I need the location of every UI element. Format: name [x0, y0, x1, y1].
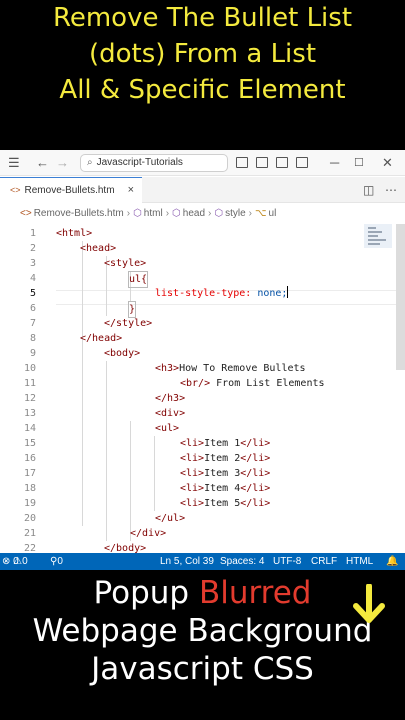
down-arrow-icon	[353, 584, 385, 623]
code-line: 15 <li>Item 1</li>	[23, 438, 271, 449]
bottom-caption-line-1: Popup Blurred	[93, 575, 312, 611]
code-line: 9 <body>	[29, 348, 141, 359]
caption-line-1: Remove The Bullet List	[52, 3, 353, 33]
breadcrumb-head[interactable]: head	[183, 208, 205, 219]
code-line: 16 <li>Item 2</li>	[23, 453, 271, 464]
code-line: 10 <h3>How To Remove Bullets	[23, 363, 306, 374]
code-line: 12 </h3>	[23, 393, 186, 404]
split-editor-icon[interactable]: ◫	[363, 183, 374, 197]
problems-indicator[interactable]: ⊗ 0 ⚠ 0	[2, 553, 28, 570]
minimap[interactable]	[364, 224, 392, 248]
indentation[interactable]: Spaces: 4	[220, 553, 264, 570]
code-line: 11 <br/> From List Elements	[23, 378, 325, 389]
code-line: 3 <style>	[29, 258, 147, 269]
code-line: 7 </style>	[29, 318, 153, 329]
tab-remove-bullets[interactable]: <> Remove-Bullets.htm ×	[0, 177, 142, 203]
html-file-icon: <>	[20, 208, 32, 219]
line-ending[interactable]: CRLF	[311, 553, 337, 570]
tab-label: Remove-Bullets.htm	[24, 185, 115, 196]
code-area[interactable]: 1 <html> 2 <head> 3 <style> 4 ul{ 5 list-styl…	[0, 226, 405, 556]
toggle-panel-icon[interactable]	[256, 157, 268, 168]
bottom-caption-line-2: Webpage Background	[32, 613, 373, 649]
status-bar: ⊗ 0 ⚠ 0 ⚲ 0 Ln 5, Col 39 Spaces: 4 UTF-8…	[0, 553, 405, 570]
code-line: 18 <li>Item 4</li>	[23, 483, 271, 494]
language-mode[interactable]: HTML	[346, 553, 373, 570]
top-caption: Remove The Bullet List (dots) From a Lis…	[0, 0, 405, 150]
code-line: 1 <html>	[29, 228, 93, 239]
element-icon: ⬡	[214, 208, 224, 219]
search-text: Javascript-Tutorials	[96, 157, 183, 168]
code-line-active: 5 list-style-type: none;	[29, 286, 289, 299]
element-icon: ⬡	[133, 208, 142, 219]
breadcrumb-ul[interactable]: ul	[269, 208, 277, 219]
code-line: 21 </div>	[23, 528, 167, 539]
forward-arrow-icon[interactable]: →	[56, 154, 69, 172]
notifications-icon[interactable]: 🔔	[386, 553, 398, 570]
toggle-primary-sidebar-icon[interactable]	[236, 157, 248, 168]
caption-line-3: All & Specific Element	[59, 75, 346, 105]
bottom-caption: Popup Blurred Webpage Background Javascr…	[0, 570, 405, 720]
code-editor-window: ☰ ← → ⌕ Javascript-Tutorials ─ ☐ ✕ <> Remo…	[0, 150, 405, 570]
vertical-scrollbar[interactable]	[396, 224, 405, 370]
breadcrumb-file[interactable]: Remove-Bullets.htm	[34, 208, 124, 219]
code-line: 6}	[0, 301, 370, 318]
code-line: 19 <li>Item 5</li>	[23, 498, 271, 509]
encoding[interactable]: UTF-8	[273, 553, 301, 570]
breadcrumb: <> Remove-Bullets.htm › ⬡ html › ⬡ head › ⬡ style ›…	[20, 208, 277, 219]
customize-layout-icon[interactable]	[296, 157, 308, 168]
breadcrumb-style[interactable]: style	[225, 208, 246, 219]
toggle-secondary-sidebar-icon[interactable]	[276, 157, 288, 168]
cursor-position[interactable]: Ln 5, Col 39	[160, 553, 214, 570]
ports-indicator[interactable]: ⚲ 0	[50, 553, 63, 570]
search-icon: ⌕	[87, 157, 93, 168]
html-file-icon: <>	[10, 185, 21, 195]
element-icon: ⬡	[172, 208, 181, 219]
code-line: 2 <head>	[29, 243, 117, 254]
code-line: 13 <div>	[23, 408, 186, 419]
tab-close-icon[interactable]: ×	[128, 178, 134, 202]
code-line: 14 <ul>	[23, 423, 180, 434]
close-window-icon[interactable]: ✕	[382, 154, 393, 172]
text-cursor	[287, 286, 289, 298]
command-center-search[interactable]: ⌕ Javascript-Tutorials	[80, 154, 228, 172]
title-bar: ☰ ← → ⌕ Javascript-Tutorials ─ ☐ ✕	[0, 150, 405, 176]
bottom-caption-line-3: Javascript CSS	[91, 651, 314, 687]
selector-icon: ⌥	[255, 208, 267, 219]
menu-icon[interactable]: ☰	[8, 154, 20, 172]
code-line: 17 <li>Item 3</li>	[23, 468, 271, 479]
code-line: 4 ul{	[0, 271, 370, 288]
maximize-icon[interactable]: ☐	[354, 154, 364, 172]
code-line: 8 </head>	[29, 333, 123, 344]
minimize-icon[interactable]: ─	[330, 154, 339, 172]
more-actions-icon[interactable]: ⋯	[385, 183, 397, 197]
code-line: 20 </ul>	[23, 513, 186, 524]
tab-bar: <> Remove-Bullets.htm × ◫ ⋯	[0, 177, 405, 203]
breadcrumb-html[interactable]: html	[144, 208, 163, 219]
back-arrow-icon[interactable]: ←	[36, 154, 49, 172]
caption-line-2: (dots) From a List	[88, 39, 317, 69]
